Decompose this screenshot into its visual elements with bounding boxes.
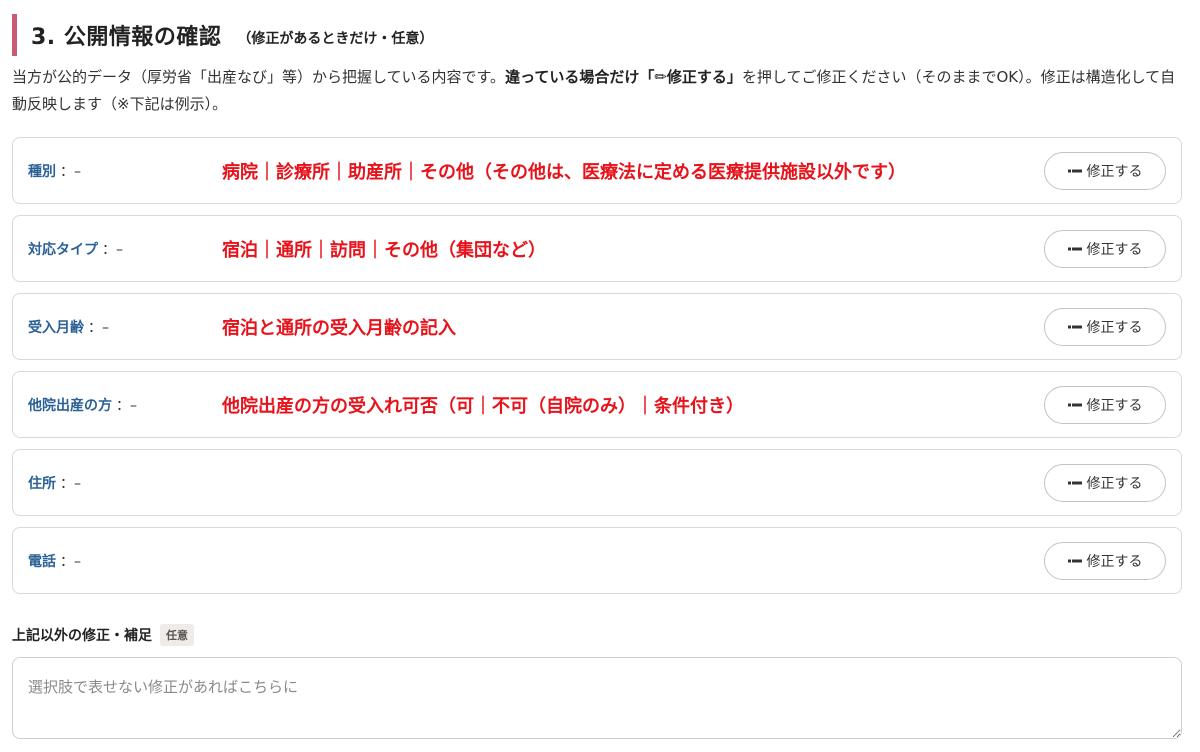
section-header: 3. 公開情報の確認 （修正があるときだけ・任意）	[12, 14, 433, 56]
row-label: 受入月齢 ：–	[28, 317, 109, 337]
info-row-service-type: 対応タイプ ：– 宿泊｜通所｜訪問｜その他（集団など） 修正する	[12, 215, 1182, 282]
edit-button-label: 修正する	[1086, 397, 1143, 414]
intro-text: 当方が公的データ（厚労省「出産なび」等）から把握している内容です。違っている場合…	[12, 64, 1190, 118]
edit-button[interactable]: 修正する	[1044, 229, 1166, 268]
row-label: 種別 ：–	[28, 161, 81, 181]
extra-correction-textarea[interactable]	[12, 657, 1182, 739]
row-label: 住所 ：–	[28, 473, 81, 493]
intro-text-1: 当方が公的データ（厚労省「出産なび」等）から把握している内容です。	[12, 68, 506, 86]
info-row-address: 住所 ：– 修正する	[12, 449, 1182, 516]
edit-button-label: 修正する	[1086, 553, 1143, 570]
pencil-icon	[1067, 403, 1082, 406]
edit-button[interactable]: 修正する	[1044, 541, 1166, 580]
info-row-other-hospital: 他院出産の方 ：– 他院出産の方の受入れ可否（可｜不可（自院のみ）｜条件付き） 修…	[12, 371, 1182, 438]
info-row-phone: 電話 ：– 修正する	[12, 527, 1182, 594]
extra-correction-label-text: 上記以外の修正・補足	[12, 628, 152, 644]
extra-correction-label: 上記以外の修正・補足 任意	[12, 624, 194, 646]
pencil-icon	[1067, 169, 1082, 172]
edit-button[interactable]: 修正する	[1044, 307, 1166, 346]
row-annotation: 宿泊と通所の受入月齢の記入	[222, 317, 456, 339]
edit-button[interactable]: 修正する	[1044, 151, 1166, 190]
row-label: 他院出産の方 ：–	[28, 395, 137, 415]
row-annotation: 病院｜診療所｜助産所｜その他（その他は、医療法に定める医療提供施設以外です）	[222, 161, 906, 183]
pencil-icon	[1067, 481, 1082, 484]
pencil-icon	[1067, 559, 1082, 562]
info-rows: 種別 ：– 病院｜診療所｜助産所｜その他（その他は、医療法に定める医療提供施設以外…	[12, 137, 1182, 605]
section-accent-bar	[12, 14, 17, 56]
section-title: 3. 公開情報の確認	[31, 25, 222, 50]
row-label-name: 種別	[28, 163, 56, 180]
edit-button-label: 修正する	[1086, 241, 1143, 258]
row-label: 電話 ：–	[28, 551, 81, 571]
row-label: 対応タイプ ：–	[28, 239, 123, 259]
row-label-value: ：–	[60, 163, 81, 180]
edit-button-label: 修正する	[1086, 163, 1143, 180]
row-annotation: 宿泊｜通所｜訪問｜その他（集団など）	[222, 239, 546, 261]
edit-button-label: 修正する	[1086, 319, 1143, 336]
row-label-value: ：–	[116, 397, 137, 414]
pencil-icon	[1067, 325, 1082, 328]
pencil-icon	[1067, 247, 1082, 250]
edit-button[interactable]: 修正する	[1044, 463, 1166, 502]
edit-button[interactable]: 修正する	[1044, 385, 1166, 424]
edit-button-label: 修正する	[1086, 475, 1143, 492]
row-label-value: ：–	[60, 475, 81, 492]
intro-text-bold: 違っている場合だけ「✏修正する」	[505, 68, 742, 86]
row-label-value: ：–	[88, 319, 109, 336]
row-label-name: 住所	[28, 475, 56, 492]
row-label-name: 対応タイプ	[28, 241, 98, 258]
row-label-name: 他院出産の方	[28, 397, 112, 414]
row-label-value: ：–	[60, 553, 81, 570]
row-label-value: ：–	[102, 241, 123, 258]
info-row-age: 受入月齢 ：– 宿泊と通所の受入月齢の記入 修正する	[12, 293, 1182, 360]
info-row-type: 種別 ：– 病院｜診療所｜助産所｜その他（その他は、医療法に定める医療提供施設以外…	[12, 137, 1182, 204]
row-annotation: 他院出産の方の受入れ可否（可｜不可（自院のみ）｜条件付き）	[222, 395, 744, 417]
row-label-name: 電話	[28, 553, 56, 570]
row-label-name: 受入月齢	[28, 319, 84, 336]
section-note: （修正があるときだけ・任意）	[237, 31, 434, 47]
optional-badge: 任意	[160, 624, 194, 646]
